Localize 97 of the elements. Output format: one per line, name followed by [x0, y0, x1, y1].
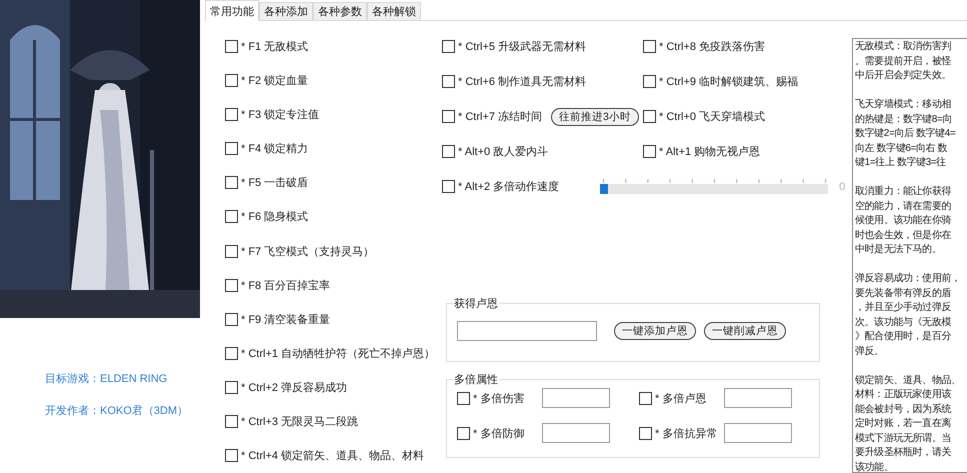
- checkbox[interactable]: [639, 392, 652, 404]
- option-label: * F3 锁定专注值: [241, 108, 320, 122]
- option-label: * Ctrl+9 临时解锁建筑、赐福: [659, 75, 798, 89]
- option-label: * F2 锁定血量: [241, 74, 308, 88]
- note-line: 。需要提前开启，被怪: [855, 54, 952, 68]
- note-line: 取消重力：能让你获得: [855, 185, 952, 199]
- info-text: 目标游戏：ELDEN RING: [45, 372, 168, 386]
- note-line: 模式下游玩无所谓。当: [855, 432, 952, 446]
- checkbox[interactable]: [225, 415, 238, 428]
- note-line: 锁定箭矢、道具、物品、: [855, 374, 962, 388]
- runes-input[interactable]: [457, 321, 597, 341]
- option-label: * F4 锁定精力: [241, 142, 308, 156]
- option-label: * Alt+0 敌人爱内斗: [458, 145, 548, 159]
- tab[interactable]: 各种参数: [313, 2, 367, 20]
- note-line: 数字键2=向后 数字键4=: [855, 127, 956, 141]
- slider[interactable]: [600, 184, 828, 194]
- group-title: 获得卢恩: [453, 297, 499, 311]
- slider-thumb[interactable]: [600, 184, 608, 194]
- option-label: * F1 无敌模式: [241, 40, 308, 54]
- note-line: 中时是无法下马的。: [855, 243, 942, 257]
- checkbox[interactable]: [225, 244, 238, 258]
- checkbox[interactable]: [225, 312, 238, 326]
- multiplier-input[interactable]: [724, 388, 792, 408]
- note-line: 向左 数字键6=向右 数: [855, 142, 948, 156]
- note-line: 要升级圣杯瓶时，请关: [855, 446, 952, 460]
- note-line: 空的能力，请在需要的: [855, 200, 952, 214]
- checkbox[interactable]: [442, 40, 455, 53]
- note-line: 无敌模式：取消伤害判: [855, 40, 952, 54]
- note-line: 要先装备带有弹反的盾: [855, 286, 952, 300]
- option-label: * Alt+1 购物无视卢恩: [659, 145, 760, 159]
- option-label: * Ctrl+1 自动牺牲护符（死亡不掉卢恩）: [241, 346, 436, 361]
- checkbox[interactable]: [225, 142, 238, 156]
- checkbox[interactable]: [225, 278, 238, 292]
- option-label: * 多倍抗异常: [655, 426, 718, 440]
- note-line: 弹反。: [855, 344, 885, 358]
- slider-value: 0: [839, 180, 846, 192]
- note-line: 次。该功能与《无敌模: [855, 316, 952, 330]
- option-label: * 多倍伤害: [473, 392, 526, 406]
- option-label: * Ctrl+0 飞天穿墙模式: [659, 110, 766, 124]
- multiplier-input[interactable]: [542, 423, 610, 443]
- option-label: * 多倍防御: [473, 426, 526, 440]
- option-label: * Alt+2 多倍动作速度: [458, 180, 560, 194]
- tab[interactable]: 常用功能: [205, 0, 259, 21]
- note-line: 能会被封号，因为系统: [855, 402, 952, 416]
- checkbox[interactable]: [457, 392, 470, 404]
- option-label: * F5 一击破盾: [241, 176, 308, 190]
- option-label: * F9 清空装备重量: [241, 312, 330, 327]
- note-line: 飞天穿墙模式：移动相: [855, 98, 952, 112]
- checkbox[interactable]: [442, 75, 455, 88]
- note-line: 定时对账，若一直在离: [855, 417, 952, 431]
- checkbox[interactable]: [225, 381, 238, 394]
- checkbox[interactable]: [442, 145, 455, 158]
- checkbox[interactable]: [225, 176, 238, 190]
- note-line: 时也会生效，但是你在: [855, 228, 952, 242]
- note-line: 的热键是：数字键8=向: [855, 112, 954, 126]
- option-label: * F7 飞空模式（支持灵马）: [241, 244, 374, 259]
- checkbox[interactable]: [225, 449, 238, 462]
- advance-time-button[interactable]: 往前推进3小时: [551, 108, 639, 126]
- option-label: * Ctrl+8 免疫跌落伤害: [659, 40, 766, 54]
- checkbox[interactable]: [225, 346, 238, 360]
- checkbox[interactable]: [457, 426, 470, 440]
- option-label: * F8 百分百掉宝率: [241, 278, 330, 293]
- note-line: 该功能。: [855, 460, 894, 472]
- checkbox[interactable]: [643, 110, 656, 123]
- option-label: * Ctrl+5 升级武器无需材料: [458, 40, 586, 54]
- note-line: 候使用。该功能在你骑: [855, 214, 952, 228]
- checkbox[interactable]: [639, 426, 652, 440]
- option-label: * Ctrl+6 制作道具无需材料: [458, 75, 586, 89]
- checkbox[interactable]: [225, 40, 238, 53]
- checkbox[interactable]: [643, 40, 656, 53]
- note-line: 中后开启会判定失效。: [855, 69, 952, 83]
- info-text: 开发作者：KOKO君（3DM）: [45, 404, 190, 418]
- tab[interactable]: 各种解锁: [367, 2, 421, 20]
- checkbox[interactable]: [442, 180, 455, 193]
- tab[interactable]: 各种添加: [259, 2, 313, 20]
- option-label: * Ctrl+4 锁定箭矢、道具、物品、材料: [241, 448, 424, 464]
- option-label: * Ctrl+2 弹反容易成功: [241, 380, 348, 396]
- checkbox[interactable]: [225, 74, 238, 87]
- checkbox[interactable]: [643, 75, 656, 88]
- option-label: * Ctrl+7 冻结时间: [458, 110, 542, 124]
- checkbox[interactable]: [643, 145, 656, 158]
- group-title: 多倍属性: [453, 373, 499, 387]
- note-line: ，并且至少手动过弹反: [855, 301, 952, 315]
- note-line: 》配合使用时，是百分: [855, 330, 952, 344]
- runes-button[interactable]: 一键添加卢恩: [614, 322, 696, 340]
- option-label: * 多倍卢恩: [655, 392, 708, 406]
- runes-button[interactable]: 一键削减卢恩: [704, 322, 786, 340]
- checkbox[interactable]: [225, 210, 238, 224]
- option-label: * F6 隐身模式: [241, 210, 308, 224]
- checkbox[interactable]: [442, 110, 455, 123]
- note-line: 材料：正版玩家使用该: [855, 388, 952, 402]
- checkbox[interactable]: [225, 108, 238, 121]
- multiplier-input[interactable]: [542, 388, 610, 408]
- note-line: 弹反容易成功：使用前，: [855, 272, 962, 286]
- option-label: * Ctrl+3 无限灵马二段跳: [241, 415, 358, 430]
- multiplier-input[interactable]: [724, 423, 792, 443]
- note-line: 键1=往上 数字键3=往: [855, 156, 947, 170]
